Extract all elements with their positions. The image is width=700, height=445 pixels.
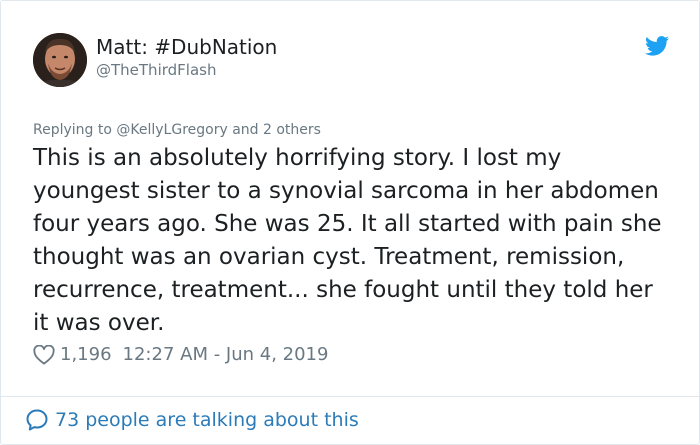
- tweet-header: Matt: #DubNation @TheThirdFlash: [33, 33, 673, 93]
- avatar-portrait: [33, 33, 87, 87]
- twitter-bird-icon[interactable]: [645, 36, 669, 56]
- reply-context-prefix: Replying to: [33, 122, 117, 138]
- avatar[interactable]: [33, 33, 87, 87]
- like-count: 1,196: [60, 344, 112, 365]
- conversation-link[interactable]: 73 people are talking about this: [25, 407, 359, 433]
- like-button[interactable]: 1,196: [33, 343, 112, 367]
- speech-bubble-icon: [26, 409, 48, 431]
- footer-divider: [1, 396, 699, 397]
- author-display-name[interactable]: Matt: #DubNation: [96, 35, 277, 59]
- tweet-text: This is an absolutely horrifying story. …: [33, 145, 662, 336]
- tweet-meta: 1,196 12:27 AM - Jun 4, 2019: [33, 343, 328, 367]
- conversation-link-label: 73 people are talking about this: [55, 409, 359, 431]
- reply-mention-link[interactable]: @KellyLGregory: [116, 122, 227, 138]
- tweet-timestamp[interactable]: 12:27 AM - Jun 4, 2019: [123, 343, 329, 367]
- reply-context: Replying to @KellyLGregory and 2 others: [33, 121, 321, 139]
- author-info: Matt: #DubNation @TheThirdFlash: [96, 35, 277, 80]
- tweet-card: Matt: #DubNation @TheThirdFlash Replying…: [0, 0, 700, 445]
- author-handle[interactable]: @TheThirdFlash: [96, 60, 277, 80]
- reply-context-suffix[interactable]: and 2 others: [228, 122, 321, 138]
- heart-outline-icon: [33, 345, 55, 365]
